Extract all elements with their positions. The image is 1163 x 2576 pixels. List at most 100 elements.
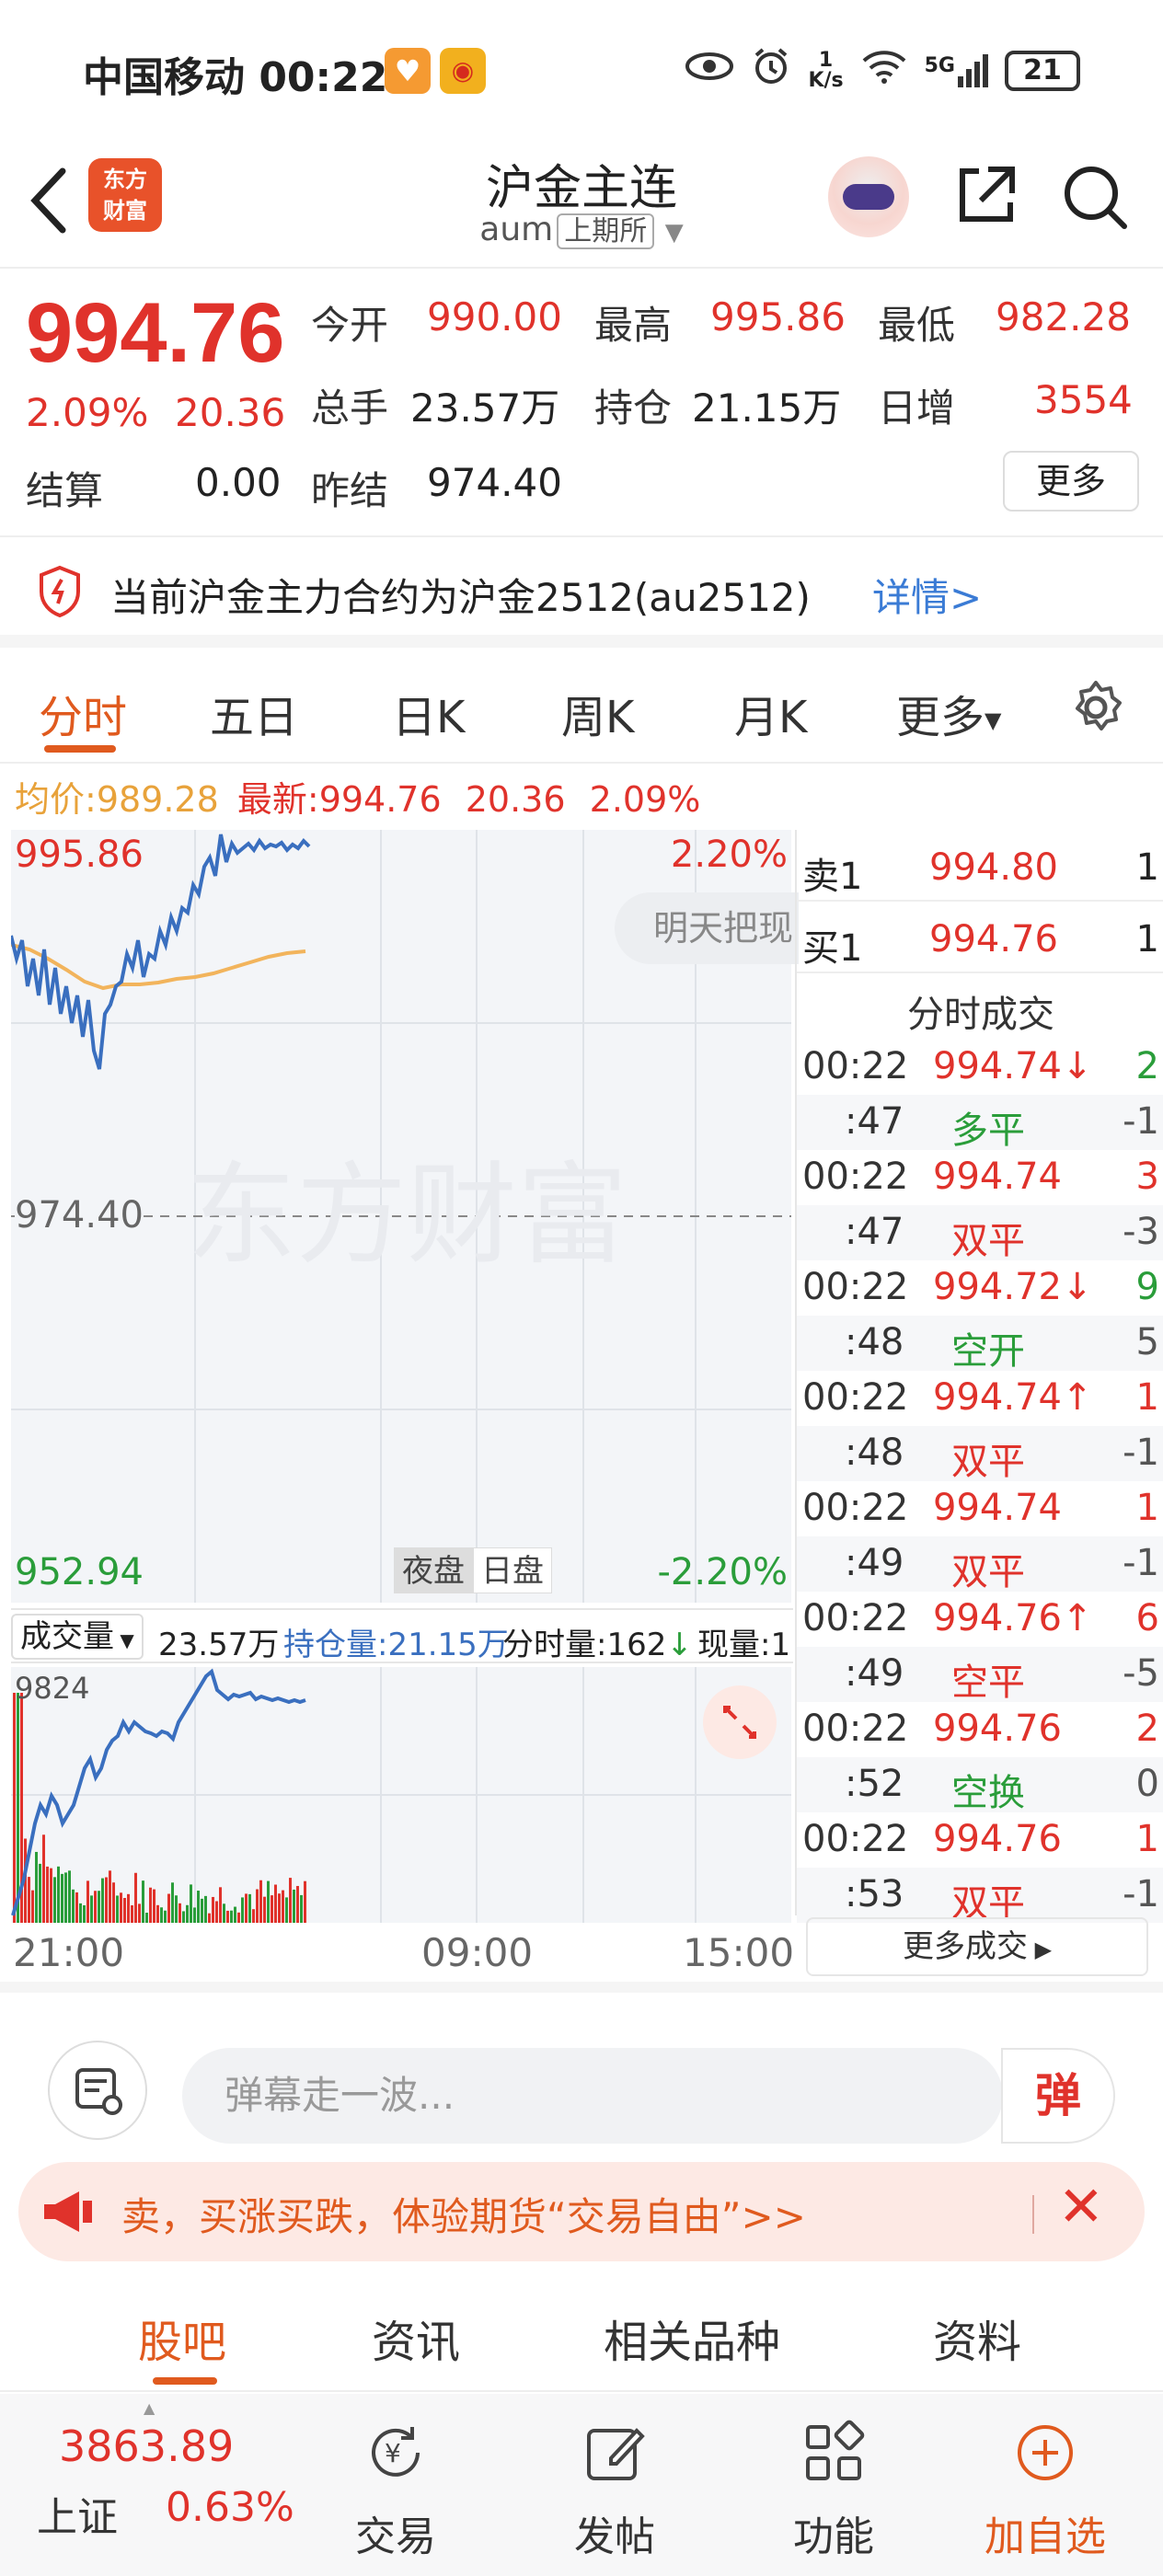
quote-panel: 994.76 2.09% 20.36 今开 990.00 最高 995.86 最…: [0, 270, 1163, 537]
tab-daily-k[interactable]: 日K: [392, 681, 465, 745]
volume-bar: [112, 1882, 115, 1923]
prev-settle-label: 昨结: [311, 468, 389, 513]
nav-add-watchlist[interactable]: 加自选: [985, 2418, 1106, 2562]
more-ticks-button[interactable]: 更多成交 ▶: [806, 1917, 1148, 1976]
tick-row: :48 双平 -1: [797, 1426, 1163, 1483]
high-value: 995.86: [710, 294, 846, 339]
tick-volume: 6: [1135, 1597, 1159, 1639]
share-icon[interactable]: [951, 162, 1019, 234]
prev-settle-value: 974.40: [427, 460, 562, 505]
volume-bar: [116, 1895, 119, 1923]
expand-icon[interactable]: [703, 1685, 777, 1759]
index-name[interactable]: 上证: [37, 2484, 118, 2543]
notice-details-link[interactable]: 详情>: [872, 567, 982, 623]
tick-time: :53: [845, 1873, 904, 1915]
volume-bar: [245, 1893, 248, 1923]
tab-monthly-k[interactable]: 月K: [734, 681, 807, 745]
low-label: 最低: [878, 303, 956, 348]
volume-bar: [252, 1909, 255, 1923]
danmu-toggle-button[interactable]: 弹: [1001, 2048, 1115, 2144]
shield-alert-icon: [37, 565, 83, 622]
volume-bar: [105, 1877, 108, 1923]
trade-icon: ¥: [355, 2418, 436, 2498]
volume-bar: [50, 1868, 52, 1923]
volume-bar: [90, 1895, 93, 1923]
volume-chart[interactable]: 9824: [11, 1667, 791, 1923]
tick-price: 双平: [951, 1551, 1025, 1593]
tick-volume: 1: [1135, 1376, 1159, 1419]
volume-bar: [259, 1880, 262, 1923]
volume-bar: [267, 1880, 270, 1923]
tab-more[interactable]: 更多▼: [896, 681, 1001, 745]
session-day-button[interactable]: 日盘: [473, 1547, 552, 1593]
volume-bar: [98, 1891, 100, 1923]
change-value: 20.36: [175, 390, 286, 435]
volume-bar: [204, 1895, 207, 1923]
tick-volume-value: 分时量:162: [502, 1627, 667, 1663]
index-value[interactable]: 3863.89: [59, 2421, 234, 2471]
ai-assistant-avatar[interactable]: [828, 156, 909, 237]
nav-add-label: 加自选: [985, 2513, 1106, 2560]
volume-bar: [28, 1877, 30, 1923]
chart-low-pct: -2.20%: [657, 1551, 788, 1593]
tab-profile[interactable]: 资料: [933, 2306, 1021, 2370]
tab-guba[interactable]: 股吧: [138, 2306, 226, 2370]
session-night-button[interactable]: 夜盘: [394, 1547, 473, 1593]
volume-bar: [248, 1893, 251, 1923]
volume-bar: [226, 1910, 229, 1923]
last-price: 994.76: [26, 286, 285, 380]
tomorrow-prompt-pill[interactable]: 明天把现: [615, 892, 799, 964]
bid1-label: 买1: [802, 927, 863, 970]
volume-bar: [120, 1892, 122, 1923]
danmu-input[interactable]: 弹幕走一波...: [182, 2048, 1003, 2144]
nav-trade[interactable]: ¥ 交易: [355, 2418, 436, 2562]
chart-watermark: 东方财富: [186, 1152, 628, 1280]
bid1-price: 994.76: [929, 918, 1058, 960]
promo-banner[interactable]: 卖，买涨买跌，体验期货“交易自由”>> ✕: [18, 2162, 1145, 2261]
volume-bar: [123, 1897, 126, 1923]
search-icon[interactable]: [1060, 162, 1130, 236]
tab-weekly-k[interactable]: 周K: [561, 681, 634, 745]
indicator-selector[interactable]: 成交量 ▼: [11, 1614, 144, 1660]
tick-price: 994.76: [933, 1708, 1062, 1750]
volume-bar: [83, 1904, 86, 1923]
exchange-tag: 上期所: [557, 213, 655, 249]
tick-time: 00:22: [802, 1045, 909, 1087]
nav-post[interactable]: 发帖: [574, 2418, 655, 2562]
volume-bar: [31, 1890, 34, 1923]
caret-right-icon: ▶: [1027, 1937, 1053, 1962]
tick-volume: 0: [1135, 1763, 1159, 1805]
caret-down-icon: ▼: [114, 1629, 134, 1651]
tick-row: :48 空开 5: [797, 1316, 1163, 1373]
tick-volume: 9: [1135, 1266, 1159, 1308]
volume-bar: [101, 1878, 104, 1923]
settings-gear-icon[interactable]: [1065, 677, 1126, 742]
settle-value: 0.00: [195, 460, 282, 505]
tick-time: :47: [845, 1211, 904, 1253]
volume-bar: [138, 1903, 141, 1923]
tab-intraday[interactable]: 分时: [39, 681, 127, 745]
volume-bar: [256, 1889, 259, 1923]
tick-row: 00:22 994.74↓ 2: [797, 1040, 1163, 1095]
tab-related[interactable]: 相关品种: [604, 2306, 780, 2370]
index-pct[interactable]: 0.63%: [166, 2484, 294, 2531]
danmu-settings-icon[interactable]: [48, 2041, 147, 2140]
tick-row: 00:22 994.74 1: [797, 1481, 1163, 1536]
status-bar: 中国移动 00:22 ♥ ◉ 1 K/s 5G 21: [0, 0, 1163, 147]
volume-bar: [131, 1904, 133, 1923]
chart-low-label: 952.94: [15, 1551, 144, 1593]
edit-icon: [574, 2418, 655, 2498]
tab-news[interactable]: 资讯: [372, 2306, 460, 2370]
notice-text: 当前沪金主力合约为沪金2512(au2512): [110, 575, 811, 620]
nav-functions[interactable]: 功能: [793, 2418, 874, 2562]
tab-five-day[interactable]: 五日: [210, 681, 298, 745]
more-quote-button[interactable]: 更多: [1003, 451, 1139, 512]
close-icon[interactable]: ✕: [1058, 2175, 1104, 2239]
volume-bar: [190, 1884, 192, 1923]
tick-volume: -3: [1123, 1211, 1159, 1253]
volume-bar: [153, 1889, 155, 1923]
tick-time: :49: [845, 1542, 904, 1584]
volume-info-bar: 成交量 ▼ 23.57万 持仓量:21.15万 分时量:162↓ 现量:1: [11, 1608, 793, 1663]
main-contract-notice: 当前沪金主力合约为沪金2512(au2512) 详情>: [0, 539, 1163, 648]
volume-bar: [127, 1893, 130, 1923]
